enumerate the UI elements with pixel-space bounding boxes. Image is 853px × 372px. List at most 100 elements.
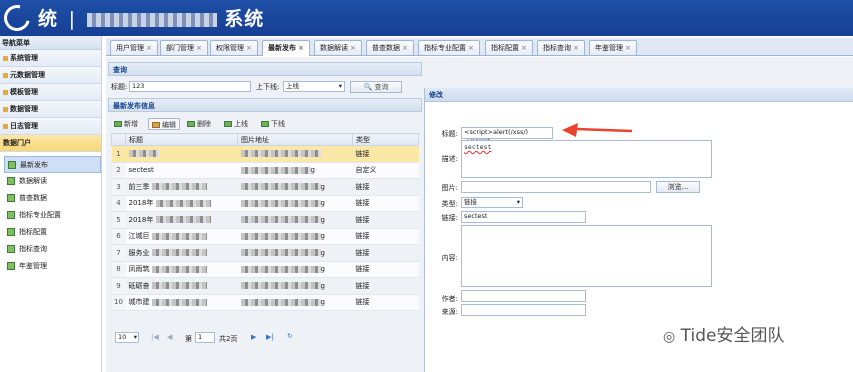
modal-source-input[interactable] xyxy=(461,304,586,316)
table-row[interactable]: 9 砥砺奋 g 链接 xyxy=(111,277,419,295)
sidebar-group-metadata[interactable]: 元数据管理 xyxy=(0,67,101,84)
browse-button[interactable]: 浏览... xyxy=(656,181,700,193)
tab-permission[interactable]: 权限管理 × xyxy=(210,40,258,55)
close-icon[interactable]: × xyxy=(146,44,152,52)
close-icon[interactable]: × xyxy=(521,44,527,52)
sidebar-group-system[interactable]: 系统管理 xyxy=(0,50,101,67)
modal-author-input[interactable] xyxy=(461,290,586,302)
online-button[interactable]: 上线 xyxy=(224,118,248,130)
list-icon xyxy=(7,211,15,219)
col-header-type[interactable]: 类型 xyxy=(352,133,419,146)
table-row[interactable]: 4 2018年 g 链接 xyxy=(111,195,419,212)
close-icon[interactable]: × xyxy=(246,44,252,52)
table-row[interactable]: 5 2018年 g 链接 xyxy=(111,211,419,229)
sidebar-item-census[interactable]: 普查数据 xyxy=(4,190,101,207)
query-title-input[interactable]: 123 xyxy=(129,81,251,92)
row-number: 3 xyxy=(111,178,126,196)
modal-link-input[interactable]: sectest xyxy=(461,211,586,223)
table-row[interactable]: 1 链接 xyxy=(111,145,419,163)
cell-title: 砥砺奋 xyxy=(125,277,238,295)
close-icon[interactable]: × xyxy=(573,44,579,52)
close-icon[interactable]: × xyxy=(196,44,202,52)
tab-interpret[interactable]: 数据解读 × xyxy=(314,40,362,55)
query-status-select[interactable]: 上线 ▾ xyxy=(283,81,345,92)
table-row[interactable]: 6 江城巨 g 链接 xyxy=(111,228,419,245)
sidebar-group-data[interactable]: 数据管理 xyxy=(0,101,101,118)
row-number: 8 xyxy=(111,261,126,278)
sidebar-header: 导航菜单 xyxy=(0,36,101,50)
redacted-text xyxy=(240,216,321,224)
tab-user[interactable]: 用户管理 × xyxy=(110,40,158,55)
col-header-title[interactable]: 标题 xyxy=(125,133,238,146)
search-button-label: 查询 xyxy=(374,83,389,91)
page-size-value: 10 xyxy=(118,333,127,341)
offline-button[interactable]: 下线 xyxy=(261,118,285,130)
last-page-icon[interactable]: ▶| xyxy=(266,333,274,341)
sidebar-item-indicator-pro[interactable]: 指标专业配置 xyxy=(4,207,101,224)
page-size-select[interactable]: 10 ▾ xyxy=(115,332,139,343)
sidebar-group-portal[interactable]: 数据门户 xyxy=(0,135,101,152)
tab-label: 部门管理 xyxy=(166,44,194,52)
add-icon xyxy=(114,121,122,127)
sidebar-group-log[interactable]: 日志管理 xyxy=(0,118,101,135)
tab-indicator-config[interactable]: 指标配置 × xyxy=(485,40,533,55)
cell-title: 服务业 xyxy=(125,244,238,262)
sidebar-item-latest[interactable]: 最新发布 xyxy=(4,156,101,173)
modal-image-input[interactable] xyxy=(461,181,651,193)
search-button[interactable]: 🔍 查询 xyxy=(350,81,402,93)
cell-image-tail: g xyxy=(310,166,315,175)
tab-latest[interactable]: 最新发布 × xyxy=(262,40,310,56)
offline-icon xyxy=(261,121,269,127)
modal-desc-textarea[interactable]: sectest xyxy=(461,140,712,178)
close-icon[interactable]: × xyxy=(402,44,408,52)
sidebar-item-label: 年鉴管理 xyxy=(19,262,47,270)
edit-button[interactable]: 编辑 xyxy=(148,118,180,130)
sidebar-item-label: 指标专业配置 xyxy=(19,211,61,219)
close-icon[interactable]: × xyxy=(625,44,631,52)
cell-title-text: sectest xyxy=(128,166,154,175)
edit-dialog-title: 修改 xyxy=(425,88,853,102)
tab-indicator-query[interactable]: 指标查询 × xyxy=(537,40,585,55)
sidebar-item-indicator-config[interactable]: 指标配置 xyxy=(4,224,101,241)
cell-title-text: 江城巨 xyxy=(128,232,150,241)
modal-title-input[interactable]: <script>alert(/xss/)</script xyxy=(461,127,553,145)
tab-bar: 用户管理 × 部门管理 × 权限管理 × 最新发布 × 数据解读 × 普查数据 × 指标专业… xyxy=(106,38,853,56)
close-icon[interactable]: × xyxy=(350,44,356,52)
modal-type-select[interactable]: 链接 ▾ xyxy=(461,197,523,208)
tab-dept[interactable]: 部门管理 × xyxy=(160,40,208,55)
tab-indicator-pro[interactable]: 指标专业配置 × xyxy=(418,40,480,55)
next-page-icon[interactable]: ▶ xyxy=(251,333,256,341)
table-row[interactable]: 2 sectest g 自定义 xyxy=(111,162,419,179)
col-header-image[interactable]: 图片地址 xyxy=(237,133,353,146)
app-logo-icon xyxy=(0,0,35,36)
modal-image-label: 图片: xyxy=(441,184,458,192)
table-row[interactable]: 8 凤雨筑 g 链接 xyxy=(111,261,419,278)
tab-census[interactable]: 普查数据 × xyxy=(366,40,414,55)
modal-link-label: 链接: xyxy=(441,214,458,222)
table-row[interactable]: 3 前三季 g 链接 xyxy=(111,178,419,196)
cell-image: g xyxy=(237,228,353,245)
modal-author-label: 作者: xyxy=(441,295,458,303)
add-button[interactable]: 新增 xyxy=(114,118,138,130)
sidebar-item-label: 最新发布 xyxy=(20,161,48,169)
sidebar-item-yearbook[interactable]: 年鉴管理 xyxy=(4,258,101,275)
page-number-input[interactable]: 1 xyxy=(195,332,215,343)
table-row[interactable]: 7 服务业 g 链接 xyxy=(111,244,419,262)
redacted-text xyxy=(240,282,321,290)
watermark-text: Tide安全团队 xyxy=(680,326,785,346)
close-icon[interactable]: × xyxy=(468,44,474,52)
cell-title-text: 2018年 xyxy=(128,199,154,208)
modal-content-textarea[interactable] xyxy=(461,225,712,287)
chevron-down-icon: ▾ xyxy=(133,333,137,341)
sidebar-item-indicator-query[interactable]: 指标查询 xyxy=(4,241,101,258)
redacted-text xyxy=(240,232,321,240)
delete-button[interactable]: 删除 xyxy=(187,118,211,130)
sidebar-group-template[interactable]: 模板管理 xyxy=(0,84,101,101)
table-row[interactable]: 10 城市建 g 链接 xyxy=(111,294,419,311)
refresh-icon[interactable]: ↻ xyxy=(287,332,293,340)
tab-yearbook[interactable]: 年鉴管理 × xyxy=(589,40,637,55)
sidebar-item-interpret[interactable]: 数据解读 xyxy=(4,173,101,190)
close-icon[interactable]: × xyxy=(298,44,304,52)
prev-page-icon[interactable]: ◀ xyxy=(167,333,172,341)
first-page-icon[interactable]: |◀ xyxy=(151,333,159,341)
